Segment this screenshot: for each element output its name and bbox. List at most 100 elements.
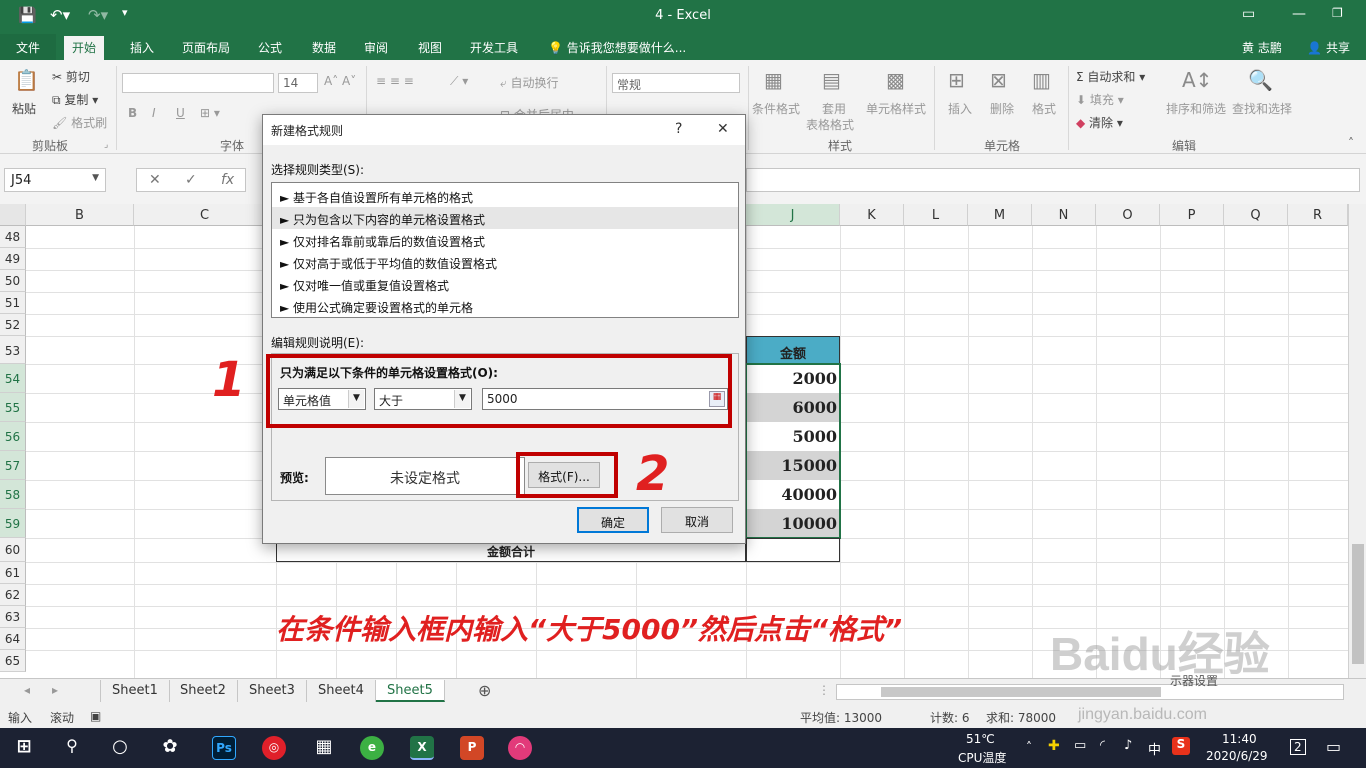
cortana-icon[interactable]: ○ [108,736,132,760]
tab-home[interactable]: 开始 [64,36,105,60]
row-header[interactable]: 63 [0,606,26,628]
sheet-tab[interactable]: Sheet4 [307,680,376,702]
share-button[interactable]: 👤 共享 [1307,39,1350,56]
tray-app-icon[interactable]: ✚ [1048,738,1060,754]
delete-cells-icon[interactable]: ⊠ [990,68,1007,92]
copy-button[interactable]: ⧉ 复制 ▾ [52,91,98,108]
show-desktop-icon[interactable]: ▭ [1326,737,1341,756]
rule-type-list[interactable]: ► 基于各自值设置所有单元格的格式 ► 只为包含以下内容的单元格设置格式 ► 仅… [271,182,739,318]
add-sheet-icon[interactable]: ⊕ [478,681,491,700]
insert-cells-button[interactable]: 插入 [948,100,972,117]
cell-styles-button[interactable]: 单元格样式 [866,100,926,117]
macro-record-icon[interactable]: ▣ [90,709,101,723]
scroll-right-icon[interactable]: ▸ [52,683,58,697]
excel-taskbar-icon[interactable]: X [410,736,434,760]
paste-icon[interactable]: 📋 [14,68,39,92]
netease-music-icon[interactable]: ◎ [262,736,286,760]
dialog-title-bar[interactable]: 新建格式规则 [263,115,745,145]
insert-function-icon[interactable]: fx [221,172,234,188]
font-name-box[interactable] [122,73,274,93]
tab-data[interactable]: 数据 [312,39,336,56]
row-header[interactable]: 56 [0,422,26,451]
row-header[interactable]: 64 [0,628,26,650]
column-header[interactable]: K [840,204,904,226]
fill-button[interactable]: ⬇ 填充 ▾ [1076,91,1124,108]
tab-view[interactable]: 视图 [418,39,442,56]
namebox-dropdown-icon[interactable]: ▼ [92,173,99,183]
row-header[interactable]: 49 [0,248,26,270]
underline-button[interactable]: U [176,106,185,120]
row-header[interactable]: 53 [0,336,26,364]
row-header[interactable]: 61 [0,562,26,584]
wrap-text-button[interactable]: ⤶ 自动换行 [500,74,559,91]
list-item[interactable]: ► 基于各自值设置所有单元格的格式 [272,185,738,207]
sort-filter-icon[interactable]: A↕ [1182,68,1212,92]
column-header[interactable]: Q [1224,204,1288,226]
row-header[interactable]: 62 [0,584,26,606]
sogou-input-icon[interactable]: S [1172,737,1190,755]
grow-font-icon[interactable]: A˄ A˅ [324,74,356,88]
tab-review[interactable]: 审阅 [364,39,388,56]
list-item[interactable]: ► 仅对唯一值或重复值设置格式 [272,273,738,295]
sheet-tab[interactable]: Sheet2 [169,680,238,702]
vertical-scrollbar[interactable] [1348,204,1366,678]
conditional-format-button[interactable]: 条件格式 [752,100,800,117]
cancel-button[interactable]: 取消 [661,507,733,533]
column-header[interactable]: O [1096,204,1160,226]
row-header[interactable]: 65 [0,650,26,672]
number-format-box[interactable]: 常规 [612,73,740,93]
format-as-table-icon[interactable]: ▤ [822,68,841,92]
orientation-icon[interactable]: ⟋ ▾ [450,74,468,89]
list-item[interactable]: ► 使用公式确定要设置格式的单元格 [272,295,738,317]
tab-developer[interactable]: 开发工具 [470,39,518,56]
sheet-tab[interactable]: Sheet1 [100,680,170,702]
sheet-tab[interactable]: Sheet3 [238,680,307,702]
windows-start-icon[interactable]: ⊞ [12,736,36,760]
cancel-icon[interactable]: ✕ [149,172,161,188]
row-header[interactable]: 52 [0,314,26,336]
h-scroll-thumb[interactable] [881,687,1161,697]
select-all-corner[interactable] [0,204,26,226]
clock-time[interactable]: 11:40 [1222,732,1257,746]
enter-icon[interactable]: ✓ [185,172,197,188]
autosum-button[interactable]: Σ 自动求和 ▾ [1076,68,1145,85]
user-name[interactable]: 黄 志鹏 [1242,39,1282,56]
borders-icon[interactable]: ⊞ ▾ [200,106,220,120]
notification-center-icon[interactable]: 2 [1290,739,1306,755]
amount-header-cell[interactable]: 金额 [746,336,840,364]
find-select-button[interactable]: 查找和选择 [1232,100,1292,117]
name-box[interactable]: J54 ▼ [4,168,106,192]
delete-cells-button[interactable]: 删除 [990,100,1014,117]
tell-me-box[interactable]: 💡 告诉我您想要做什么... [548,39,686,56]
column-header-selected[interactable]: J [746,204,840,226]
clock-date[interactable]: 2020/6/29 [1206,749,1268,763]
list-item[interactable]: ► 仅对高于或低于平均值的数值设置格式 [272,251,738,273]
list-item-selected[interactable]: ► 只为包含以下内容的单元格设置格式 [272,207,738,229]
column-header[interactable]: P [1160,204,1224,226]
ime-indicator[interactable]: 中 [1148,739,1161,758]
bold-button[interactable]: B [128,106,137,120]
fan-app-icon[interactable]: ✿ [158,736,182,760]
format-cells-button[interactable]: 格式 [1032,100,1056,117]
search-icon[interactable]: ⚲ [60,736,84,760]
tab-insert[interactable]: 插入 [130,39,154,56]
tab-page-layout[interactable]: 页面布局 [182,39,230,56]
sheet-tab-active[interactable]: Sheet5 [376,680,445,702]
format-cells-icon[interactable]: ▥ [1032,68,1051,92]
row-header[interactable]: 59 [0,509,26,538]
conditional-format-icon[interactable]: ▦ [764,68,783,92]
close-icon[interactable]: ✕ [717,121,729,137]
options-icon[interactable]: ⋮ [818,683,830,697]
scroll-left-icon[interactable]: ◂ [24,683,30,697]
row-header[interactable]: 57 [0,451,26,480]
cut-button[interactable]: ✂ 剪切 [52,68,90,85]
cell-styles-icon[interactable]: ▩ [886,68,905,92]
row-header[interactable]: 50 [0,270,26,292]
photoshop-icon[interactable]: Ps [212,736,236,760]
photo-app-icon[interactable]: ◠ [508,736,532,760]
column-header[interactable]: N [1032,204,1096,226]
ok-button[interactable]: 确定 [577,507,649,533]
list-item[interactable]: ► 仅对排名靠前或靠后的数值设置格式 [272,229,738,251]
column-header[interactable]: R [1288,204,1348,226]
column-header[interactable]: B [26,204,134,226]
